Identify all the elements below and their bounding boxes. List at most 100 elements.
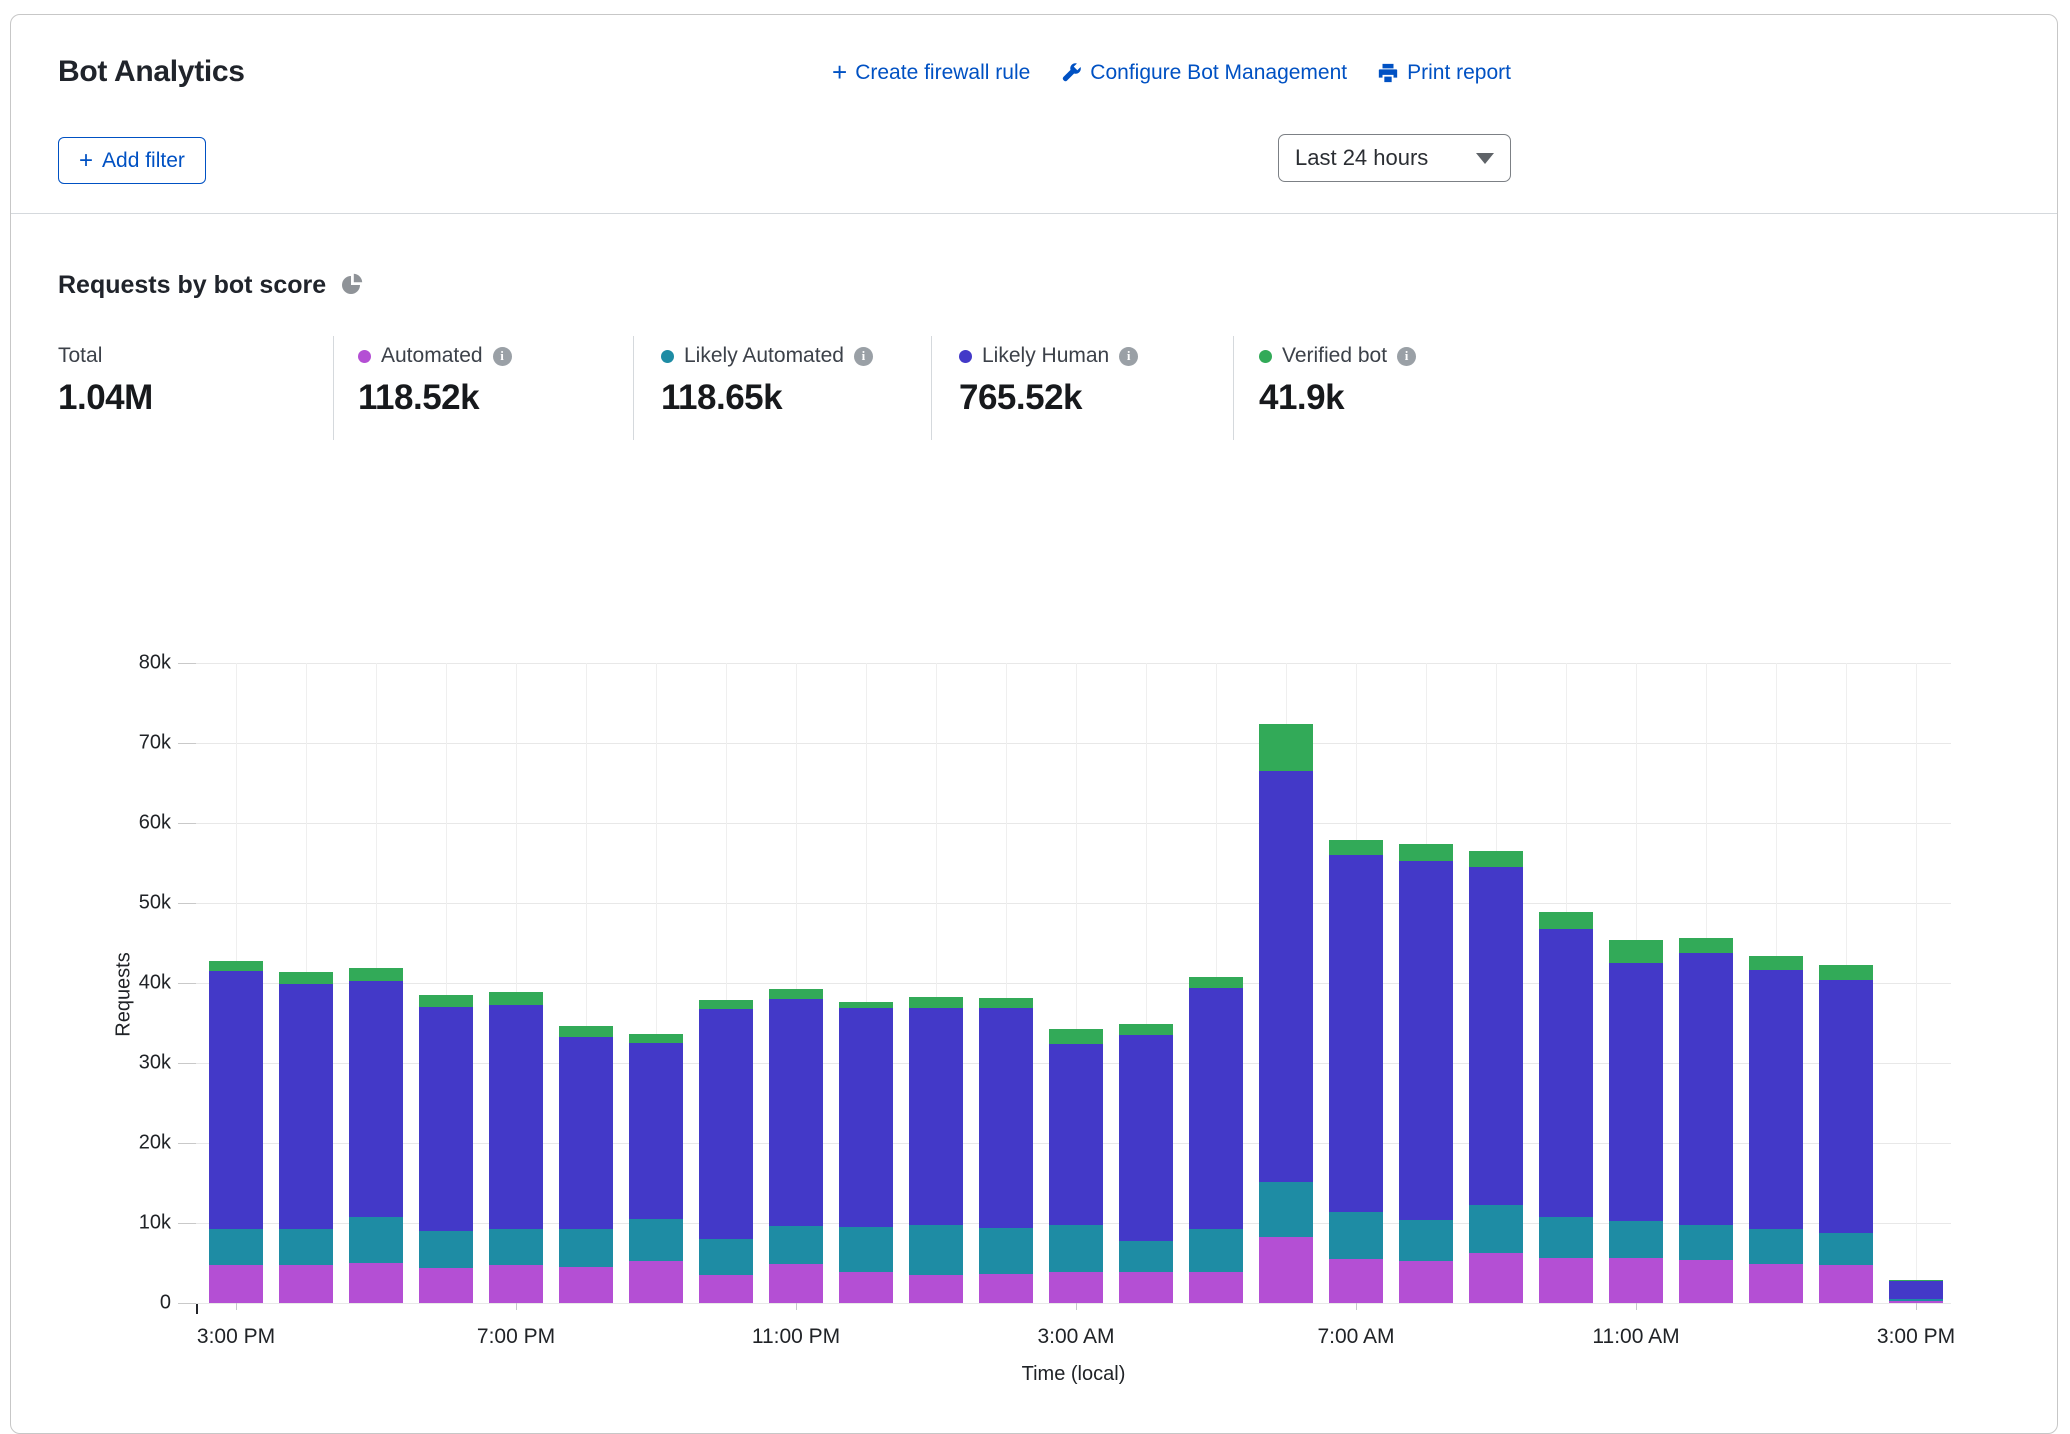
configure-bot-management-link[interactable]: Configure Bot Management xyxy=(1060,61,1347,85)
bar-segment-verified-bot[interactable] xyxy=(629,1034,683,1043)
bar-segment-likely-human[interactable] xyxy=(1259,771,1313,1182)
bar-300pm[interactable] xyxy=(1889,1280,1943,1303)
bar-900am[interactable] xyxy=(1469,851,1523,1303)
bar-segment-verified-bot[interactable] xyxy=(979,998,1033,1008)
bar-segment-automated[interactable] xyxy=(489,1265,543,1303)
bar-1200am[interactable] xyxy=(839,1002,893,1303)
bar-segment-verified-bot[interactable] xyxy=(1049,1029,1103,1043)
bar-segment-verified-bot[interactable] xyxy=(1469,851,1523,867)
bar-segment-likely-automated[interactable] xyxy=(1049,1225,1103,1272)
bar-segment-likely-human[interactable] xyxy=(979,1008,1033,1228)
bar-segment-likely-human[interactable] xyxy=(209,971,263,1229)
bar-segment-automated[interactable] xyxy=(1819,1265,1873,1303)
bar-segment-likely-human[interactable] xyxy=(1119,1035,1173,1241)
info-icon[interactable]: i xyxy=(1119,347,1138,366)
bar-segment-automated[interactable] xyxy=(1329,1259,1383,1303)
bar-segment-likely-automated[interactable] xyxy=(1399,1220,1453,1262)
bar-1200pm[interactable] xyxy=(1679,938,1733,1303)
bar-400pm[interactable] xyxy=(279,972,333,1303)
bar-segment-automated[interactable] xyxy=(769,1264,823,1303)
create-firewall-rule-link[interactable]: + Create firewall rule xyxy=(832,61,1030,85)
bar-segment-likely-human[interactable] xyxy=(629,1043,683,1219)
bar-segment-automated[interactable] xyxy=(1469,1253,1523,1303)
bar-segment-likely-automated[interactable] xyxy=(979,1228,1033,1274)
bar-500am[interactable] xyxy=(1189,977,1243,1303)
bar-segment-likely-human[interactable] xyxy=(1049,1044,1103,1225)
bar-segment-likely-automated[interactable] xyxy=(629,1219,683,1261)
bar-segment-verified-bot[interactable] xyxy=(1119,1024,1173,1035)
bar-segment-automated[interactable] xyxy=(1049,1272,1103,1303)
bar-segment-likely-human[interactable] xyxy=(769,999,823,1226)
bar-1000pm[interactable] xyxy=(699,1000,753,1303)
bar-1100am[interactable] xyxy=(1609,940,1663,1303)
bar-segment-verified-bot[interactable] xyxy=(1329,840,1383,855)
info-icon[interactable]: i xyxy=(1397,347,1416,366)
bar-700am[interactable] xyxy=(1329,840,1383,1303)
bar-segment-likely-automated[interactable] xyxy=(1469,1205,1523,1254)
bar-segment-likely-automated[interactable] xyxy=(1329,1212,1383,1259)
bar-300am[interactable] xyxy=(1049,1029,1103,1303)
bar-segment-automated[interactable] xyxy=(909,1275,963,1303)
bar-segment-automated[interactable] xyxy=(279,1265,333,1303)
bar-segment-automated[interactable] xyxy=(419,1268,473,1303)
bar-segment-verified-bot[interactable] xyxy=(769,989,823,999)
bar-segment-likely-human[interactable] xyxy=(1609,963,1663,1221)
bar-segment-likely-human[interactable] xyxy=(419,1007,473,1231)
bar-segment-likely-automated[interactable] xyxy=(1749,1229,1803,1264)
bar-segment-likely-automated[interactable] xyxy=(489,1229,543,1266)
bar-segment-likely-automated[interactable] xyxy=(909,1225,963,1275)
bar-segment-likely-automated[interactable] xyxy=(1889,1299,1943,1301)
bar-segment-likely-automated[interactable] xyxy=(279,1229,333,1265)
bar-segment-verified-bot[interactable] xyxy=(279,972,333,984)
bar-segment-verified-bot[interactable] xyxy=(1189,977,1243,987)
bar-segment-automated[interactable] xyxy=(1399,1261,1453,1303)
bar-600pm[interactable] xyxy=(419,995,473,1303)
bar-segment-verified-bot[interactable] xyxy=(1749,956,1803,970)
bar-segment-automated[interactable] xyxy=(209,1265,263,1303)
bar-segment-likely-human[interactable] xyxy=(1329,855,1383,1212)
bar-segment-likely-automated[interactable] xyxy=(699,1239,753,1275)
print-report-link[interactable]: Print report xyxy=(1377,61,1511,85)
bar-segment-likely-human[interactable] xyxy=(1539,929,1593,1218)
bar-700pm[interactable] xyxy=(489,992,543,1303)
bar-400am[interactable] xyxy=(1119,1024,1173,1303)
bar-segment-likely-automated[interactable] xyxy=(1679,1225,1733,1260)
bar-segment-likely-human[interactable] xyxy=(1469,867,1523,1205)
bar-segment-likely-human[interactable] xyxy=(1749,970,1803,1228)
bar-segment-verified-bot[interactable] xyxy=(349,968,403,982)
bar-segment-likely-human[interactable] xyxy=(1819,980,1873,1234)
bar-500pm[interactable] xyxy=(349,968,403,1303)
bar-segment-automated[interactable] xyxy=(1119,1272,1173,1303)
bar-300pm[interactable] xyxy=(209,961,263,1303)
bar-segment-likely-human[interactable] xyxy=(1889,1280,1943,1298)
bar-segment-likely-human[interactable] xyxy=(909,1008,963,1225)
bar-segment-likely-automated[interactable] xyxy=(1259,1182,1313,1237)
bar-segment-likely-human[interactable] xyxy=(349,981,403,1216)
bar-200am[interactable] xyxy=(979,998,1033,1303)
bar-segment-likely-human[interactable] xyxy=(279,984,333,1229)
bar-segment-likely-human[interactable] xyxy=(559,1037,613,1230)
bar-200pm[interactable] xyxy=(1819,965,1873,1303)
info-icon[interactable]: i xyxy=(854,347,873,366)
bar-segment-likely-automated[interactable] xyxy=(1819,1233,1873,1264)
bar-segment-verified-bot[interactable] xyxy=(559,1026,613,1036)
bar-segment-verified-bot[interactable] xyxy=(209,961,263,971)
bar-segment-verified-bot[interactable] xyxy=(909,997,963,1007)
bar-segment-likely-human[interactable] xyxy=(1679,953,1733,1225)
bar-segment-automated[interactable] xyxy=(1539,1258,1593,1303)
bar-segment-verified-bot[interactable] xyxy=(699,1000,753,1010)
bar-segment-automated[interactable] xyxy=(979,1274,1033,1303)
bar-segment-automated[interactable] xyxy=(559,1267,613,1303)
bar-800am[interactable] xyxy=(1399,844,1453,1303)
bar-segment-automated[interactable] xyxy=(1259,1237,1313,1303)
bar-segment-verified-bot[interactable] xyxy=(839,1002,893,1008)
bar-600am[interactable] xyxy=(1259,724,1313,1303)
bar-segment-likely-automated[interactable] xyxy=(209,1229,263,1265)
bar-segment-likely-automated[interactable] xyxy=(1609,1221,1663,1258)
bar-900pm[interactable] xyxy=(629,1034,683,1303)
bar-segment-likely-automated[interactable] xyxy=(839,1227,893,1272)
bar-segment-likely-human[interactable] xyxy=(489,1005,543,1229)
bar-segment-automated[interactable] xyxy=(629,1261,683,1303)
bar-segment-automated[interactable] xyxy=(839,1272,893,1303)
bar-segment-likely-automated[interactable] xyxy=(769,1226,823,1264)
